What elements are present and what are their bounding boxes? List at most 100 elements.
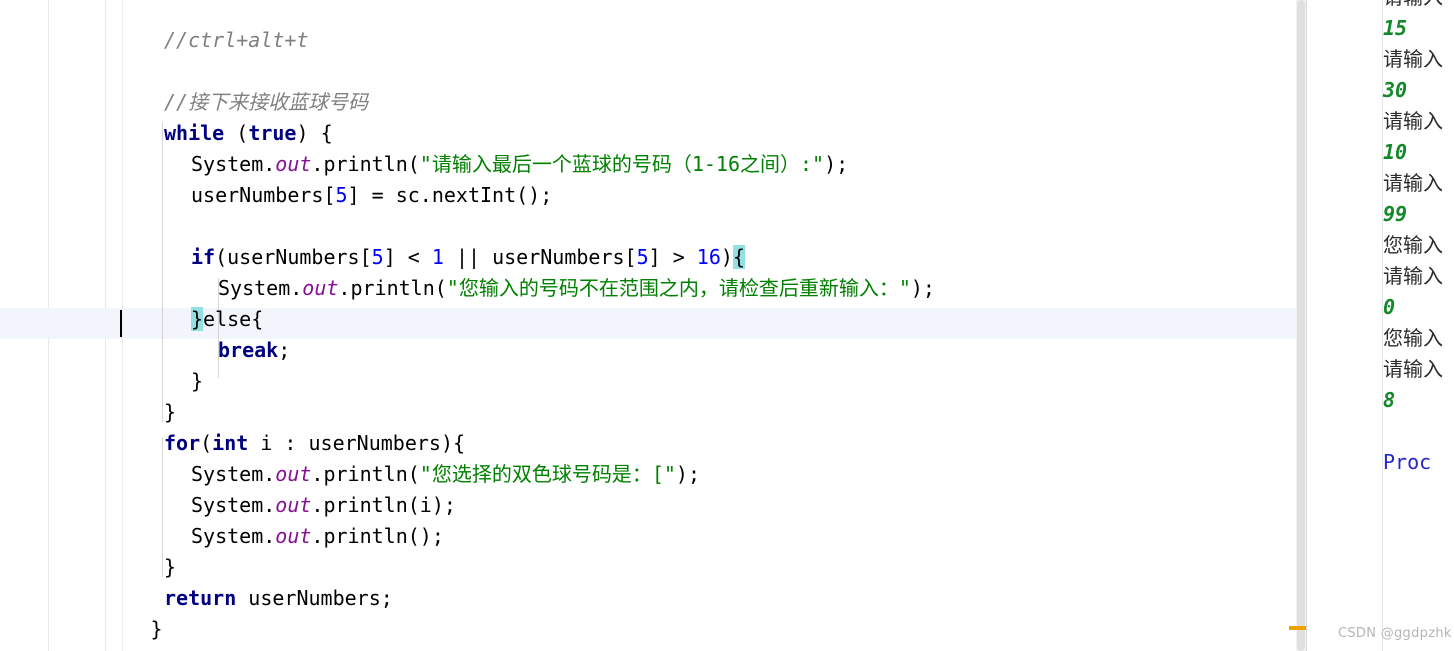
console-line: 您输入 <box>1383 323 1443 354</box>
console-line-text: 0 <box>1383 295 1396 319</box>
run-console-panel[interactable]: 请输入15请输入30请输入10请输入99您输入请输入0您输入请输入8Proc <box>1307 0 1454 651</box>
code-token: 5 <box>371 245 384 269</box>
code-token: ) <box>720 245 733 269</box>
console-line-text: 请输入 <box>1383 47 1443 71</box>
code-line[interactable]: }else{ <box>191 304 263 335</box>
console-line: 请输入 <box>1383 106 1443 137</box>
console-line-text: Proc <box>1383 450 1432 474</box>
code-editor[interactable]: //ctrl+alt+t//接下来接收蓝球号码 while (true) {Sys… <box>0 0 1305 651</box>
code-line[interactable]: return userNumbers; <box>164 583 393 614</box>
code-token: ) { <box>296 121 333 145</box>
code-token: ); <box>910 276 935 300</box>
code-token: .println( <box>311 462 420 486</box>
indent-guide-root <box>122 0 123 651</box>
console-line: Proc <box>1383 447 1431 478</box>
console-line-text: 10 <box>1383 140 1408 164</box>
code-token: else{ <box>203 307 264 331</box>
code-token: "您输入的号码不在范围之内，请检查后重新输入：" <box>446 276 911 300</box>
console-line: 您输入 <box>1383 230 1443 261</box>
code-token: (userNumbers[ <box>215 245 372 269</box>
code-token: out <box>275 462 312 486</box>
code-line[interactable]: System.out.println("您输入的号码不在范围之内，请检查后重新输… <box>218 273 935 304</box>
code-line[interactable]: System.out.println("请输入最后一个蓝球的号码（1-16之间）… <box>191 149 848 180</box>
code-line[interactable]: while (true) { <box>164 118 333 149</box>
code-token: return <box>164 586 237 610</box>
console-line-text: 99 <box>1383 202 1408 226</box>
code-token: out <box>302 276 339 300</box>
code-token: || userNumbers[ <box>443 245 637 269</box>
code-token: 5 <box>335 183 348 207</box>
code-line[interactable]: System.out.println(); <box>191 521 444 552</box>
code-token: 1 <box>431 245 444 269</box>
code-line[interactable]: } <box>151 614 163 645</box>
console-line-text: 请输入 <box>1383 171 1443 195</box>
code-token: } <box>191 307 204 331</box>
code-token: out <box>275 152 312 176</box>
code-token: .println( <box>311 152 420 176</box>
code-token: .println(); <box>311 524 444 548</box>
code-line[interactable]: System.out.println("您选择的双色球号码是：["); <box>191 459 700 490</box>
code-token: ] > <box>648 245 697 269</box>
code-token: System. <box>218 276 303 300</box>
code-token: System. <box>191 493 276 517</box>
console-line: 请输入 <box>1383 354 1443 385</box>
code-token: break <box>218 338 279 362</box>
code-token: } <box>164 400 177 424</box>
code-token: ); <box>824 152 849 176</box>
code-line[interactable]: userNumbers[5] = sc.nextInt(); <box>191 180 552 211</box>
code-token: ; <box>278 338 291 362</box>
indent-guide-for-body <box>162 437 163 577</box>
code-token: ); <box>675 462 701 486</box>
code-token: 5 <box>636 245 649 269</box>
code-token: out <box>275 524 312 548</box>
code-token: out <box>275 493 312 517</box>
code-token: userNumbers[ <box>191 183 336 207</box>
code-line[interactable]: System.out.println(i); <box>191 490 456 521</box>
console-line-text: 您输入 <box>1383 326 1443 350</box>
code-token: userNumbers; <box>236 586 393 610</box>
code-line[interactable]: for(int i : userNumbers){ <box>164 428 465 459</box>
code-token: ( <box>224 121 249 145</box>
console-line: 请输入 <box>1383 44 1443 75</box>
code-token: System. <box>191 152 276 176</box>
console-line-text: 8 <box>1383 388 1396 412</box>
console-line-text: 15 <box>1383 16 1408 40</box>
code-token: .println( <box>338 276 447 300</box>
watermark-label: CSDN @ggdpzhk <box>1338 626 1452 641</box>
code-token: ] < <box>383 245 432 269</box>
code-token: ] = sc.nextInt(); <box>347 183 553 207</box>
code-token: ( <box>200 431 213 455</box>
console-line: 0 <box>1383 292 1395 323</box>
console-line-text: 请输入 <box>1383 264 1443 288</box>
code-line[interactable]: } <box>191 366 203 397</box>
code-token: for <box>164 431 201 455</box>
editor-scrollbar-thumb[interactable] <box>1297 0 1305 651</box>
console-line-text: 您输入 <box>1383 233 1443 257</box>
code-line[interactable]: //接下来接收蓝球号码 <box>164 87 368 118</box>
code-line[interactable]: break; <box>218 335 290 366</box>
code-token: //接下来接收蓝球号码 <box>164 90 369 114</box>
console-line-text: 请输入 <box>1383 109 1443 133</box>
code-token: if <box>191 245 216 269</box>
code-token: int <box>212 431 249 455</box>
code-token: //ctrl+alt+t <box>164 28 309 52</box>
code-token: while <box>164 121 225 145</box>
code-line[interactable]: } <box>164 552 176 583</box>
code-token: .println(i); <box>311 493 456 517</box>
code-line[interactable]: //ctrl+alt+t <box>164 25 309 56</box>
console-line: 30 <box>1383 75 1407 106</box>
code-token: System. <box>191 524 276 548</box>
code-token: } <box>191 369 204 393</box>
code-token: 16 <box>696 245 721 269</box>
code-token: true <box>248 121 297 145</box>
code-token: "您选择的双色球号码是：[" <box>419 462 676 486</box>
console-line: 15 <box>1383 13 1407 44</box>
console-line: 请输入 <box>1383 261 1443 292</box>
code-token: } <box>164 555 177 579</box>
code-token: { <box>732 245 745 269</box>
code-line[interactable]: if(userNumbers[5] < 1 || userNumbers[5] … <box>191 242 745 273</box>
text-caret <box>120 310 122 337</box>
code-line[interactable]: } <box>164 397 176 428</box>
console-line: 请输入 <box>1383 168 1443 199</box>
code-token: "请输入最后一个蓝球的号码（1-16之间）:" <box>419 152 825 176</box>
